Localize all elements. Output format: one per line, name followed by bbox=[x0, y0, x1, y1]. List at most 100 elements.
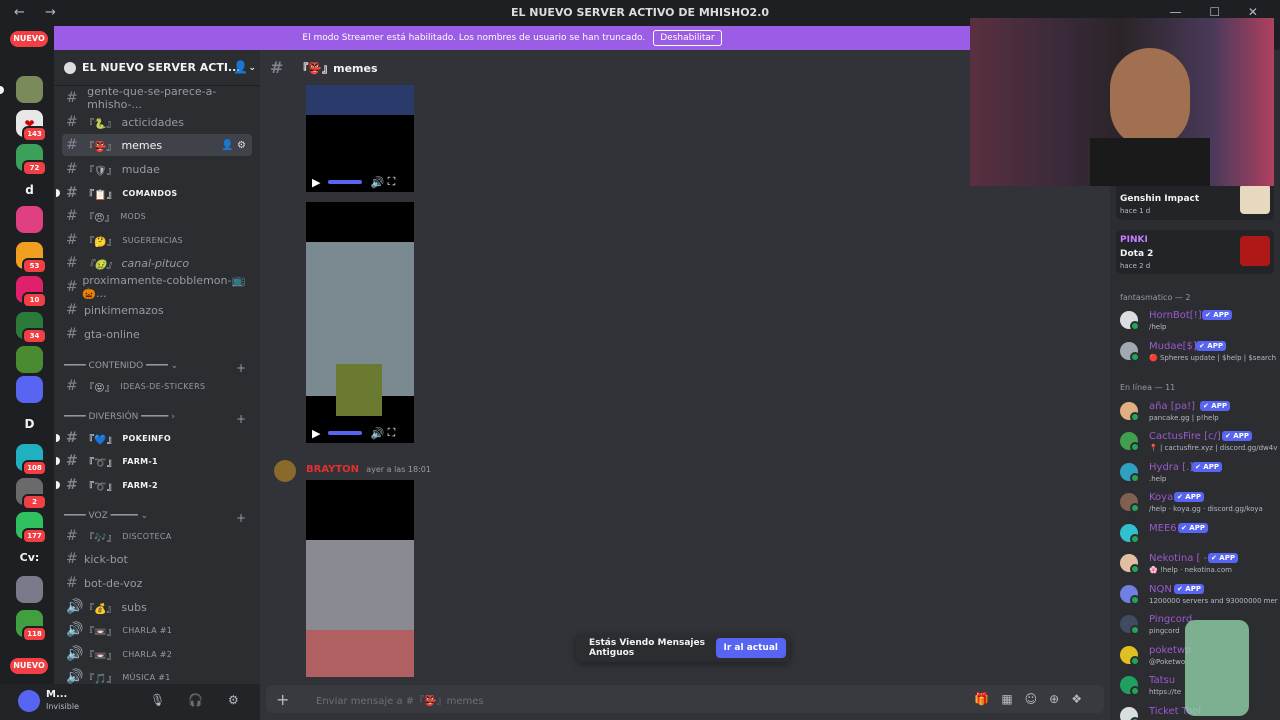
server-icon[interactable]: ❤ 143 bbox=[16, 110, 47, 142]
server-icon[interactable]: 108 bbox=[16, 444, 47, 476]
add-channel-icon[interactable]: + bbox=[236, 412, 246, 426]
server-icon[interactable] bbox=[16, 76, 43, 103]
category-header[interactable]: ━━━━ VOZ ━━━━━ ⌄ + bbox=[64, 511, 250, 525]
video-attachment[interactable] bbox=[306, 480, 414, 677]
server-icon[interactable] bbox=[16, 576, 43, 603]
jump-to-present-button[interactable]: Ir al actual bbox=[715, 638, 786, 658]
member-item[interactable]: MEE6 ✔ APP bbox=[1118, 521, 1278, 547]
guild-header[interactable]: EL NUEVO SERVER ACTI... ⌄ 👤 bbox=[54, 50, 260, 86]
member-item[interactable]: aña [pa!] ✔ APP pancake.gg | p!help bbox=[1118, 399, 1278, 425]
server-icon[interactable]: 53 bbox=[16, 242, 47, 274]
message-timestamp: ayer a las 18:01 bbox=[366, 465, 431, 474]
activity-card[interactable]: Genshin Impact hace 1 d bbox=[1116, 182, 1274, 220]
fullscreen-icon[interactable]: ⛶ bbox=[388, 426, 396, 440]
user-panel: M... Invisible 🎙 🎧 ⚙ bbox=[0, 684, 260, 720]
category-header[interactable]: ━━━━ DIVERSIÓN ━━━━━ › + bbox=[64, 412, 250, 426]
voice-channel-item[interactable]: 🔊 『📼』 CHARLA #1 bbox=[62, 619, 252, 641]
member-item[interactable]: CactusFire [c/] ✔ APP 📍 | cactusfire.xyz |… bbox=[1118, 429, 1278, 455]
member-item[interactable]: NQN ✔ APP 1200000 servers and 93000000 mer bbox=[1118, 582, 1278, 608]
speaker-icon: 🔊 bbox=[66, 646, 84, 662]
channel-item[interactable]: # 『📋』 COMANDOS bbox=[56, 182, 252, 204]
channel-item[interactable]: # 『🛡』 mudae bbox=[62, 158, 252, 180]
activity-user: PINKI bbox=[1120, 235, 1148, 245]
speaker-icon: 🔊 bbox=[66, 599, 84, 615]
server-icon-text[interactable]: D bbox=[16, 410, 43, 437]
channel-item-memes[interactable]: # 『👺』 memes 👤 ⚙ bbox=[62, 134, 252, 156]
new-badge-top: NUEVO bbox=[10, 31, 48, 47]
add-channel-icon[interactable]: + bbox=[236, 511, 246, 525]
message-composer[interactable]: + Enviar mensaje a #『👺』memes 🎁▦☺⊕❖ bbox=[266, 685, 1104, 713]
add-attachment-icon[interactable]: + bbox=[276, 690, 300, 709]
volume-icon[interactable]: 🔊 bbox=[370, 176, 384, 189]
channel-settings-icon[interactable]: 👤 ⚙ bbox=[221, 140, 246, 151]
voice-channel-item[interactable]: 🔊 『🎵』 MÚSICA #1 bbox=[62, 666, 252, 684]
channel-item[interactable]: # 『➰』 FARM-2 bbox=[56, 474, 252, 496]
server-icon[interactable]: 10 bbox=[16, 276, 47, 308]
activity-game: Genshin Impact bbox=[1120, 194, 1200, 204]
channel-item[interactable]: # 『🎶』 DISCOTECA bbox=[62, 525, 252, 547]
video-controls: ▶ 🔊 ⛶ bbox=[306, 423, 414, 443]
play-icon[interactable]: ▶ bbox=[312, 427, 320, 440]
server-icon[interactable]: 34 bbox=[16, 312, 47, 344]
server-icon-text[interactable]: Cv: bbox=[16, 544, 43, 571]
new-badge-bottom: NUEVO bbox=[10, 658, 48, 674]
hash-icon: # bbox=[66, 185, 79, 201]
message-input[interactable]: Enviar mensaje a #『👺』memes bbox=[316, 692, 484, 707]
member-item[interactable]: HornBot[!] ✔ APP/help bbox=[1118, 308, 1278, 334]
message-header: BRAYTON ayer a las 18:01 bbox=[306, 464, 431, 475]
volume-icon[interactable]: 🔊 bbox=[370, 427, 384, 440]
channel-item[interactable]: # 『🤔』 SUGERENCIAS bbox=[62, 229, 252, 251]
headphones-icon[interactable]: 🎧 bbox=[188, 693, 203, 707]
channel-item[interactable]: # proximamente-cobblemon-📺🎃... bbox=[62, 274, 252, 300]
hash-icon: # bbox=[66, 430, 79, 446]
server-icon[interactable] bbox=[16, 206, 43, 233]
channel-item[interactable]: # 『😝』 IDEAS-DE-STICKERS bbox=[62, 375, 252, 397]
voice-channel-item[interactable]: 🔊 『💰』 subs bbox=[62, 596, 252, 618]
channel-item[interactable]: # kick-bot bbox=[62, 548, 252, 570]
video-attachment[interactable]: ▶ 🔊 ⛶ bbox=[306, 202, 414, 443]
video-attachment[interactable]: ▶ 🔊 ⛶ bbox=[306, 85, 414, 192]
activity-time: hace 2 d bbox=[1120, 262, 1151, 270]
channel-item[interactable]: # gta-online bbox=[62, 323, 252, 345]
fullscreen-icon[interactable]: ⛶ bbox=[388, 175, 396, 189]
hash-icon: # bbox=[270, 58, 284, 77]
microphone-icon[interactable]: 🎙 bbox=[150, 693, 165, 707]
server-icon[interactable]: 118 bbox=[16, 610, 47, 642]
invite-icon[interactable]: 👤 bbox=[233, 60, 248, 74]
channel-sidebar: EL NUEVO SERVER ACTI... ⌄ 👤 # gente-que-s… bbox=[54, 50, 260, 684]
member-item[interactable]: Koya ✔ APP/help · koya.gg · discord.gg/ko… bbox=[1118, 490, 1278, 516]
chevron-down-icon: ⌄ bbox=[248, 62, 257, 73]
composer-tools[interactable]: 🎁▦☺⊕❖ bbox=[974, 692, 1094, 706]
channel-item[interactable]: # 『➰』 FARM-1 bbox=[56, 450, 252, 472]
category-header[interactable]: ━━━━ CONTENIDO ━━━━ ⌄ + bbox=[64, 361, 250, 375]
message-author[interactable]: BRAYTON bbox=[306, 464, 359, 475]
disable-streamer-button[interactable]: Deshabilitar bbox=[653, 30, 722, 46]
avatar[interactable] bbox=[274, 460, 296, 482]
activity-card[interactable]: PINKI Dota 2 hace 2 d bbox=[1116, 230, 1274, 274]
channel-item[interactable]: # pinkimemazos bbox=[62, 299, 252, 321]
avatar[interactable] bbox=[18, 690, 40, 712]
activity-game: Dota 2 bbox=[1120, 249, 1154, 259]
member-item[interactable]: Hydra [.] ✔ APP .help bbox=[1118, 460, 1278, 486]
server-icon[interactable]: 2 bbox=[16, 478, 47, 510]
play-icon[interactable]: ▶ bbox=[312, 176, 320, 189]
channel-item[interactable]: # 『🤢』 canal-pituco bbox=[62, 252, 252, 274]
channel-item[interactable]: # 『💙』 POKEINFO bbox=[56, 427, 252, 449]
window-controls[interactable]: — ☐ ✕ bbox=[1170, 5, 1270, 19]
hash-icon: # bbox=[66, 477, 79, 493]
channel-item[interactable]: # 『😠』 MODS bbox=[62, 205, 252, 227]
server-icon[interactable] bbox=[16, 346, 43, 373]
server-icon-text[interactable]: d bbox=[16, 176, 43, 203]
member-item[interactable]: Mudae[$] ✔ APP 🔴 Spheres update | $help | … bbox=[1118, 339, 1278, 365]
voice-channel-item[interactable]: 🔊 『📼』 CHARLA #2 bbox=[62, 643, 252, 665]
channel-item[interactable]: # 『🐍』 acticidades bbox=[62, 111, 252, 133]
old-messages-bar: Estás Viendo Mensajes Antiguos Ir al act… bbox=[576, 634, 790, 662]
member-item[interactable]: Nekotina [ - ] ✔ APP 🌸 !help · nekotina.co… bbox=[1118, 551, 1278, 577]
add-channel-icon[interactable]: + bbox=[236, 361, 246, 375]
channel-item[interactable]: # gente-que-se-parece-a-mhisho-... bbox=[62, 85, 252, 111]
server-icon[interactable]: 177 bbox=[16, 512, 47, 544]
gear-icon[interactable]: ⚙ bbox=[228, 693, 239, 707]
server-icon[interactable]: 72 bbox=[16, 144, 47, 176]
channel-item[interactable]: # bot-de-voz bbox=[62, 572, 252, 594]
server-icon[interactable] bbox=[16, 376, 43, 403]
